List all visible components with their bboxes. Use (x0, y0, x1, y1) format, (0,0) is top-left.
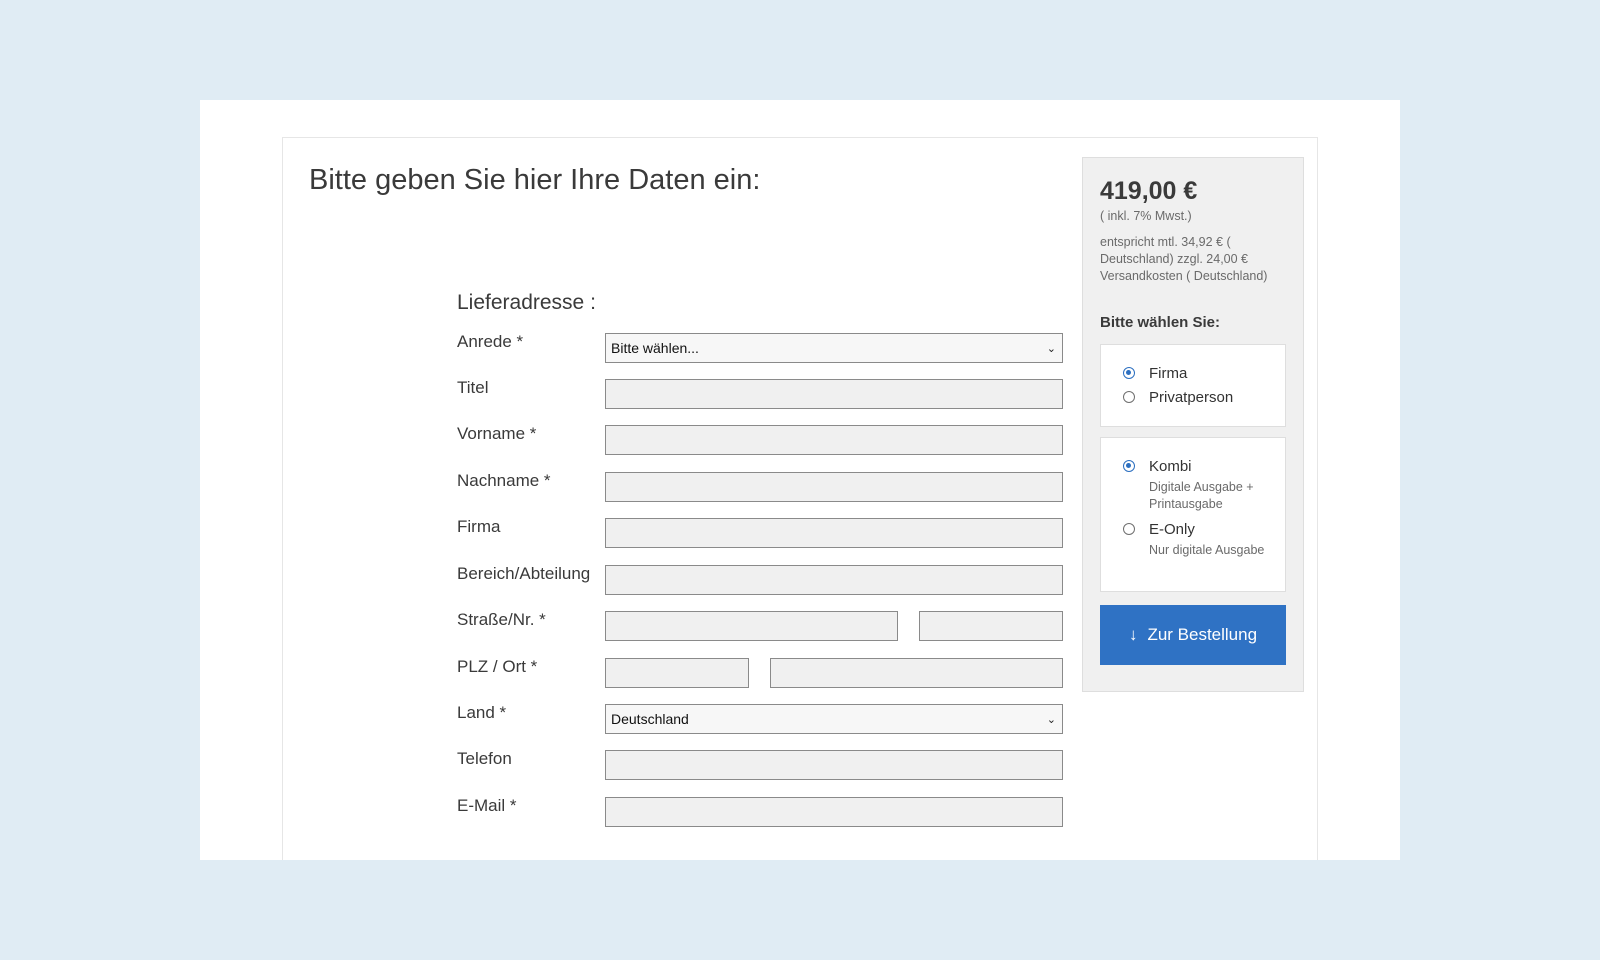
land-select-value: Deutschland (611, 711, 689, 727)
order-summary-sidebar: 419,00 € ( inkl. 7% Mwst.) entspricht mt… (1082, 157, 1304, 692)
radio-button-checked[interactable] (1123, 367, 1135, 379)
order-button-label: Zur Bestellung (1147, 625, 1258, 644)
radio-description-kombi: Digitale Ausgabe + Printausgabe (1149, 480, 1254, 511)
form-row-land: Land * Deutschland ⌄ (457, 703, 1063, 735)
tax-note: ( inkl. 7% Mwst.) (1100, 209, 1192, 223)
telefon-label: Telefon (457, 749, 512, 768)
radio-button[interactable] (1123, 523, 1135, 535)
radio-option-e-only[interactable]: E-Only Nur digitale Ausgabe (1123, 521, 1267, 559)
radio-button[interactable] (1123, 391, 1135, 403)
vorname-input[interactable] (605, 425, 1063, 455)
form-row-plz-ort: PLZ / Ort * (457, 657, 1063, 689)
arrow-down-icon: ↓ (1128, 625, 1138, 644)
land-label: Land * (457, 703, 507, 722)
titel-label: Titel (457, 378, 489, 397)
anrede-select-value: Bitte wählen... (611, 340, 699, 356)
radio-label-firma: Firma (1149, 365, 1188, 382)
radio-description-e-only: Nur digitale Ausgabe (1149, 543, 1265, 557)
land-select[interactable]: Deutschland ⌄ (605, 704, 1063, 734)
chevron-down-icon: ⌄ (1046, 713, 1056, 726)
email-input[interactable] (605, 797, 1063, 827)
firma-input[interactable] (605, 518, 1063, 548)
radio-label-e-only: E-Only (1149, 521, 1195, 538)
section-title-delivery-address: Lieferadresse : (457, 291, 596, 314)
email-label: E-Mail * (457, 796, 517, 815)
chevron-down-icon: ⌄ (1046, 342, 1056, 355)
nachname-label: Nachname * (457, 471, 551, 490)
form-row-titel: Titel (457, 378, 1063, 410)
form-row-anrede: Anrede * Bitte wählen... ⌄ (457, 332, 1063, 364)
house-number-input[interactable] (919, 611, 1063, 641)
anrede-select[interactable]: Bitte wählen... ⌄ (605, 333, 1063, 363)
form-row-firma: Firma (457, 517, 1063, 549)
radio-option-firma[interactable]: Firma (1123, 365, 1187, 383)
telefon-input[interactable] (605, 750, 1063, 780)
radio-button-checked[interactable] (1123, 460, 1135, 472)
ort-input[interactable] (770, 658, 1063, 688)
anrede-label: Anrede * (457, 332, 524, 351)
form-row-nachname: Nachname * (457, 471, 1063, 503)
radio-option-privatperson[interactable]: Privatperson (1123, 389, 1233, 407)
order-button[interactable]: ↓ Zur Bestellung (1100, 605, 1286, 665)
strasse-label: Straße/Nr. * (457, 610, 546, 629)
radio-label-kombi: Kombi (1149, 458, 1192, 475)
titel-input[interactable] (605, 379, 1063, 409)
edition-box: Kombi Digitale Ausgabe + Printausgabe E-… (1100, 437, 1286, 592)
customer-type-box: Firma Privatperson (1100, 344, 1286, 427)
form-row-strasse: Straße/Nr. * (457, 610, 1063, 642)
street-input[interactable] (605, 611, 898, 641)
page-title: Bitte geben Sie hier Ihre Daten ein: (309, 164, 761, 196)
abteilung-label: Bereich/Abteilung (457, 564, 591, 583)
page-card: Bitte geben Sie hier Ihre Daten ein: Lie… (200, 100, 1400, 860)
form-row-email: E-Mail * (457, 796, 1063, 828)
form-row-abteilung: Bereich/Abteilung (457, 564, 1063, 596)
monthly-price-note: entspricht mtl. 34,92 € ( Deutschland) z… (1100, 235, 1268, 283)
nachname-input[interactable] (605, 472, 1063, 502)
choose-label: Bitte wählen Sie: (1100, 314, 1221, 331)
price: 419,00 € (1100, 177, 1198, 205)
radio-label-privatperson: Privatperson (1149, 389, 1234, 406)
form-row-vorname: Vorname * (457, 424, 1063, 456)
vorname-label: Vorname * (457, 424, 537, 443)
radio-option-kombi[interactable]: Kombi Digitale Ausgabe + Printausgabe (1123, 458, 1267, 513)
plz-ort-label: PLZ / Ort * (457, 657, 538, 676)
form-row-telefon: Telefon (457, 749, 1063, 781)
firma-label: Firma (457, 517, 501, 536)
abteilung-input[interactable] (605, 565, 1063, 595)
plz-input[interactable] (605, 658, 749, 688)
